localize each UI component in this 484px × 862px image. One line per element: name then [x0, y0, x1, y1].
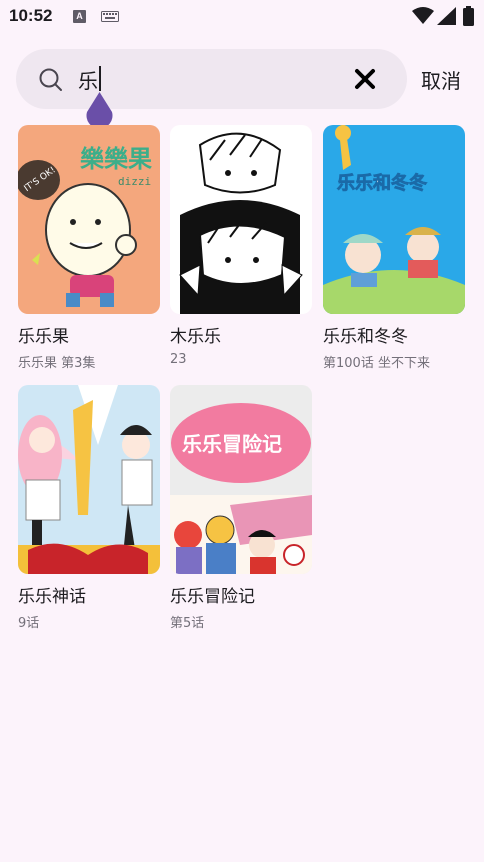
cancel-button[interactable]: 取消 [421, 65, 461, 94]
comic-cover[interactable]: 乐乐和冬冬 [323, 125, 465, 314]
cover-author-text: dizzi [118, 175, 151, 188]
comic-subtitle: 第5话 [170, 616, 205, 631]
clear-search-icon[interactable] [354, 68, 376, 90]
comic-subtitle: 9话 [18, 616, 40, 631]
comic-subtitle: 第100话 坐不下来 [323, 356, 430, 371]
search-input[interactable] [78, 61, 338, 97]
cover-title-text: 乐乐和冬冬 [337, 172, 427, 194]
keyboard-icon [101, 11, 119, 22]
comic-cover[interactable]: 樂樂果 dizzi IT'S OK! [18, 125, 160, 314]
comic-subtitle: 23 [170, 352, 187, 367]
result-card[interactable]: 乐乐和冬冬 乐乐和冬冬 第100话 坐不下来 [323, 125, 465, 371]
result-card[interactable]: 樂樂果 dizzi IT'S OK! 乐乐果 乐乐果 第3集 [18, 125, 160, 371]
comic-title: 乐乐果 [18, 327, 69, 347]
comic-cover[interactable] [170, 125, 312, 314]
cover-title-text: 樂樂果 [80, 145, 152, 173]
comic-subtitle: 乐乐果 第3集 [18, 356, 96, 371]
comic-title: 木乐乐 [170, 327, 221, 347]
search-icon [39, 68, 62, 91]
comic-title: 乐乐神话 [18, 587, 86, 607]
text-cursor [99, 66, 101, 91]
comic-title: 乐乐冒险记 [170, 587, 255, 607]
result-card[interactable]: 木乐乐 23 [170, 125, 312, 367]
battery-icon [463, 6, 474, 26]
comic-title: 乐乐和冬冬 [323, 327, 408, 347]
status-bar: 10:52 A [0, 0, 484, 34]
status-time: 10:52 [9, 6, 53, 25]
search-box[interactable] [16, 49, 407, 109]
result-card[interactable]: 乐乐冒险记 乐乐冒险记 第5话 [170, 385, 312, 631]
comic-cover[interactable]: 乐乐冒险记 [170, 385, 312, 574]
cover-title-text: 乐乐冒险记 [182, 432, 282, 456]
signal-icon [437, 7, 456, 25]
wifi-icon [412, 7, 434, 24]
cursor-handle-icon[interactable] [85, 92, 114, 126]
result-card[interactable]: 乐乐神话 9话 [18, 385, 160, 631]
comic-cover[interactable] [18, 385, 160, 574]
a-notification-icon: A [73, 10, 86, 23]
